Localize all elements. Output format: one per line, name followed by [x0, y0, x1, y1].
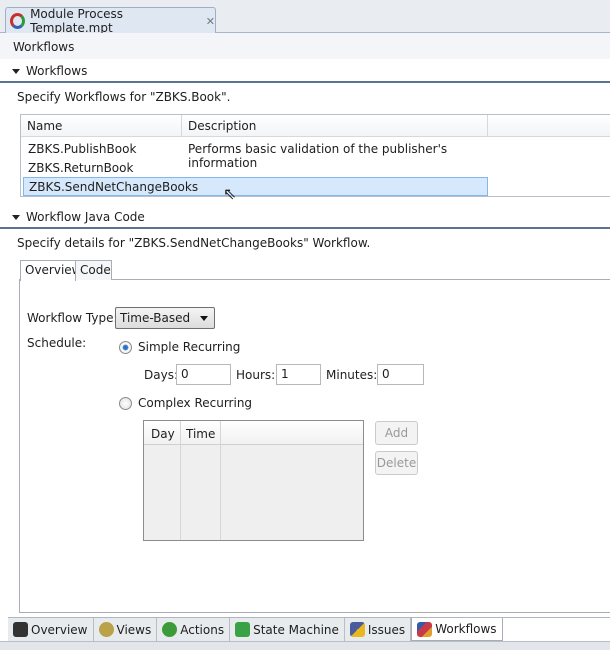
- simple-recurring-radio[interactable]: [119, 341, 132, 354]
- mouse-cursor-icon: ⇖: [223, 184, 237, 203]
- workflows-section-header[interactable]: Workflows: [0, 61, 610, 83]
- schedule-grid: Day Time: [143, 420, 364, 541]
- row-name: ZBKS.ReturnBook: [28, 161, 134, 175]
- table-row[interactable]: ZBKS.PublishBook Performs basic validati…: [23, 140, 488, 170]
- table-row-selected[interactable]: ZBKS.SendNetChangeBooks: [23, 177, 488, 196]
- page-tab-state-machine[interactable]: State Machine: [230, 618, 345, 641]
- column-header-description[interactable]: Description: [182, 115, 488, 137]
- java-description: Specify details for "ZBKS.SendNetChangeB…: [17, 236, 371, 250]
- tab-overview[interactable]: Overview: [20, 260, 82, 281]
- hours-input[interactable]: 1: [276, 364, 321, 385]
- editor-tab[interactable]: Module Process Template.mpt ✕: [5, 7, 216, 35]
- collapse-triangle-icon[interactable]: [12, 68, 20, 74]
- module-logo-icon: [10, 13, 26, 29]
- section-title: Workflows: [26, 64, 88, 78]
- actions-icon: [162, 622, 178, 637]
- tab-label: Workflows: [435, 622, 497, 636]
- chevron-down-icon: [200, 316, 208, 321]
- tab-label: Issues: [367, 622, 406, 637]
- page-tab-workflows[interactable]: Workflows: [411, 618, 503, 641]
- editor-page-tabs: Overview Views Actions State Machine Iss…: [8, 617, 610, 641]
- workflows-icon: [417, 621, 433, 637]
- form-title: Workflows: [0, 33, 610, 59]
- tab-label: Actions: [180, 622, 225, 637]
- close-icon[interactable]: ✕: [206, 15, 215, 28]
- page-tab-issues[interactable]: Issues: [344, 618, 412, 641]
- workflows-description: Specify Workflows for "ZBKS.Book".: [17, 90, 231, 104]
- page-tab-views[interactable]: Views: [93, 618, 158, 641]
- page-tab-actions[interactable]: Actions: [157, 618, 231, 641]
- complex-recurring-label[interactable]: Complex Recurring: [138, 396, 252, 410]
- views-icon: [98, 622, 114, 637]
- complex-recurring-radio[interactable]: [119, 397, 132, 410]
- collapse-triangle-icon[interactable]: [12, 214, 20, 220]
- table-row[interactable]: ZBKS.ReturnBook: [23, 159, 488, 178]
- editor-tab-title: Module Process Template.mpt: [30, 7, 124, 35]
- delete-button[interactable]: Delete: [375, 451, 418, 475]
- tab-code[interactable]: Code: [75, 260, 112, 280]
- bottom-view-strip: [0, 641, 610, 650]
- column-header-time[interactable]: Time: [181, 421, 221, 540]
- binoculars-icon: [13, 622, 28, 637]
- page-tab-overview[interactable]: Overview: [8, 618, 94, 641]
- tab-label: Overview: [31, 622, 88, 637]
- add-button[interactable]: Add: [375, 421, 418, 445]
- row-name: ZBKS.SendNetChangeBooks: [29, 180, 199, 194]
- section-title: Workflow Java Code: [26, 210, 145, 224]
- workflow-type-select[interactable]: Time-Based: [115, 307, 215, 329]
- hours-label: Hours:: [236, 368, 276, 382]
- schedule-label: Schedule:: [27, 336, 87, 350]
- row-name: ZBKS.PublishBook: [28, 142, 137, 156]
- days-label: Days:: [144, 368, 178, 382]
- minutes-label: Minutes:: [326, 368, 378, 382]
- issues-icon: [349, 622, 365, 637]
- java-code-section-header[interactable]: Workflow Java Code: [0, 207, 610, 229]
- select-value: Time-Based: [120, 311, 191, 325]
- minutes-input[interactable]: 0: [377, 364, 424, 385]
- column-header-filler: [488, 115, 610, 137]
- workflow-type-label: Workflow Type:: [27, 311, 118, 325]
- simple-recurring-label[interactable]: Simple Recurring: [138, 340, 240, 354]
- days-input[interactable]: 0: [176, 364, 231, 385]
- tab-label: Views: [116, 622, 152, 637]
- workflows-table: Name Description ZBKS.PublishBook Perfor…: [20, 114, 610, 197]
- chip-icon: [235, 622, 251, 637]
- column-header-name[interactable]: Name: [21, 115, 182, 137]
- tab-label: State Machine: [253, 622, 339, 637]
- column-header-day[interactable]: Day: [144, 421, 181, 540]
